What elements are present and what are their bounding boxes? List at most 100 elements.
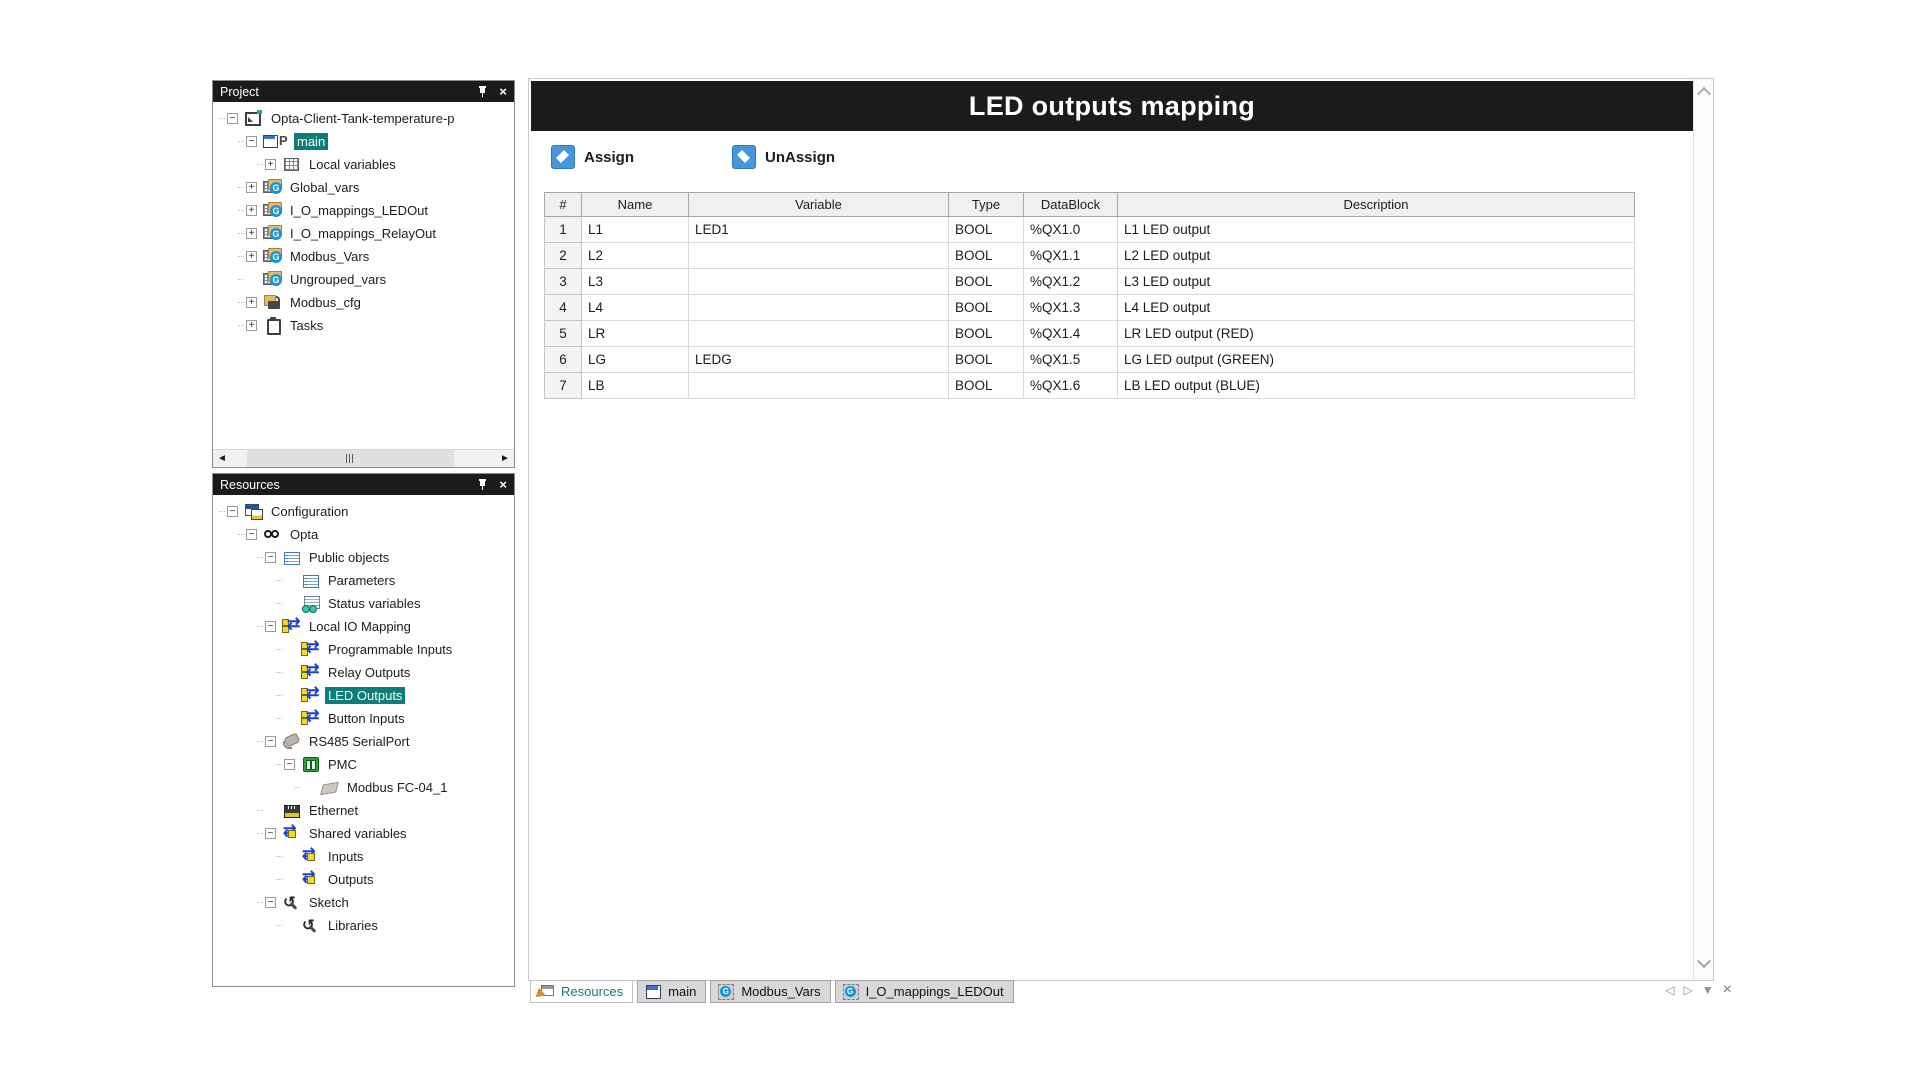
tree-item-modbus-vars[interactable]: +Modbus_Vars bbox=[213, 245, 514, 268]
tree-item-i-o-mappings-ledout[interactable]: +I_O_mappings_LEDOut bbox=[213, 199, 514, 222]
table-row[interactable]: 5LRBOOL%QX1.4LR LED output (RED) bbox=[545, 321, 1635, 347]
table-row[interactable]: 1L1LED1BOOL%QX1.0L1 LED output bbox=[545, 217, 1635, 243]
expand-toggle-icon[interactable]: + bbox=[246, 205, 257, 216]
close-icon[interactable]: × bbox=[499, 478, 507, 491]
cell-type[interactable]: BOOL bbox=[949, 217, 1024, 243]
cell-type[interactable]: BOOL bbox=[949, 321, 1024, 347]
close-icon[interactable]: × bbox=[499, 85, 507, 98]
scroll-right-icon[interactable]: ► bbox=[496, 450, 514, 467]
collapse-toggle-icon[interactable]: − bbox=[227, 506, 238, 517]
cell-datablock[interactable]: %QX1.6 bbox=[1024, 373, 1118, 399]
cell-datablock[interactable]: %QX1.0 bbox=[1024, 217, 1118, 243]
tree-item-libraries[interactable]: Libraries bbox=[213, 914, 514, 937]
tree-item-pmc[interactable]: −PMC bbox=[213, 753, 514, 776]
tab-next-icon[interactable]: ▷ bbox=[1684, 983, 1693, 997]
cell-type[interactable]: BOOL bbox=[949, 269, 1024, 295]
column-header-datablock[interactable]: DataBlock bbox=[1024, 193, 1118, 217]
vertical-scrollbar[interactable] bbox=[1693, 79, 1713, 980]
tree-item-sketch[interactable]: −Sketch bbox=[213, 891, 514, 914]
cell-[interactable]: 3 bbox=[545, 269, 582, 295]
expand-toggle-icon[interactable]: + bbox=[246, 251, 257, 262]
cell-variable[interactable] bbox=[689, 243, 949, 269]
cell-type[interactable]: BOOL bbox=[949, 243, 1024, 269]
scroll-thumb[interactable] bbox=[247, 450, 454, 467]
tree-item-global-vars[interactable]: +Global_vars bbox=[213, 176, 514, 199]
table-row[interactable]: 7LBBOOL%QX1.6LB LED output (BLUE) bbox=[545, 373, 1635, 399]
column-header-description[interactable]: Description bbox=[1118, 193, 1635, 217]
tree-item-programmable-inputs[interactable]: Programmable Inputs bbox=[213, 638, 514, 661]
tree-item-tasks[interactable]: +Tasks bbox=[213, 314, 514, 337]
tree-item-opta[interactable]: −Opta bbox=[213, 523, 514, 546]
expand-toggle-icon[interactable]: + bbox=[246, 228, 257, 239]
column-header-type[interactable]: Type bbox=[949, 193, 1024, 217]
tree-item-configuration[interactable]: −Configuration bbox=[213, 500, 514, 523]
cell-name[interactable]: LG bbox=[582, 347, 689, 373]
project-horizontal-scrollbar[interactable]: ◄ ► bbox=[213, 449, 514, 467]
cell-[interactable]: 7 bbox=[545, 373, 582, 399]
table-row[interactable]: 6LGLEDGBOOL%QX1.5LG LED output (GREEN) bbox=[545, 347, 1635, 373]
table-row[interactable]: 3L3 BOOL%QX1.2L3 LED output bbox=[545, 269, 1635, 295]
tree-item-local-variables[interactable]: +Local variables bbox=[213, 153, 514, 176]
tree-item-rs485-serialport[interactable]: −RS485 SerialPort bbox=[213, 730, 514, 753]
expand-toggle-icon[interactable]: + bbox=[246, 320, 257, 331]
tab-i-o-mappings-ledout[interactable]: I_O_mappings_LEDOut bbox=[835, 980, 1014, 1003]
cell-variable[interactable] bbox=[689, 295, 949, 321]
cell-name[interactable]: L3 bbox=[582, 269, 689, 295]
collapse-toggle-icon[interactable]: − bbox=[246, 136, 257, 147]
column-header-name[interactable]: Name bbox=[582, 193, 689, 217]
tree-item-parameters[interactable]: Parameters bbox=[213, 569, 514, 592]
cell-name[interactable]: L2 bbox=[582, 243, 689, 269]
assign-button[interactable]: Assign bbox=[551, 145, 634, 169]
cell-variable[interactable]: LEDG bbox=[689, 347, 949, 373]
cell-description[interactable]: L1 LED output bbox=[1118, 217, 1635, 243]
collapse-toggle-icon[interactable]: − bbox=[265, 552, 276, 563]
tree-item-led-outputs[interactable]: LED Outputs bbox=[213, 684, 514, 707]
tab-main[interactable]: main bbox=[637, 980, 706, 1003]
collapse-toggle-icon[interactable]: − bbox=[227, 113, 238, 124]
tree-item-i-o-mappings-relayout[interactable]: +I_O_mappings_RelayOut bbox=[213, 222, 514, 245]
cell-description[interactable]: L3 LED output bbox=[1118, 269, 1635, 295]
table-row[interactable]: 2L2BOOL%QX1.1L2 LED output bbox=[545, 243, 1635, 269]
expand-toggle-icon[interactable]: + bbox=[246, 297, 257, 308]
cell-description[interactable]: LG LED output (GREEN) bbox=[1118, 347, 1635, 373]
column-header-[interactable]: # bbox=[545, 193, 582, 217]
chevron-up-icon[interactable] bbox=[1697, 87, 1711, 101]
tree-item-outputs[interactable]: Outputs bbox=[213, 868, 514, 891]
pin-icon[interactable] bbox=[477, 85, 489, 98]
collapse-toggle-icon[interactable]: − bbox=[265, 897, 276, 908]
cell-type[interactable]: BOOL bbox=[949, 347, 1024, 373]
tree-item-inputs[interactable]: Inputs bbox=[213, 845, 514, 868]
table-row[interactable]: 4L4BOOL%QX1.3L4 LED output bbox=[545, 295, 1635, 321]
tree-item-opta-client-tank-temperature-p[interactable]: −Opta-Client-Tank-temperature-p bbox=[213, 107, 514, 130]
expand-toggle-icon[interactable]: + bbox=[265, 159, 276, 170]
cell-[interactable]: 4 bbox=[545, 295, 582, 321]
tree-item-ungrouped-vars[interactable]: Ungrouped_vars bbox=[213, 268, 514, 291]
cell-variable[interactable]: LED1 bbox=[689, 217, 949, 243]
tree-item-public-objects[interactable]: −Public objects bbox=[213, 546, 514, 569]
cell-[interactable]: 2 bbox=[545, 243, 582, 269]
expand-toggle-icon[interactable]: + bbox=[246, 182, 257, 193]
cell-name[interactable]: L4 bbox=[582, 295, 689, 321]
cell-datablock[interactable]: %QX1.3 bbox=[1024, 295, 1118, 321]
tree-item-relay-outputs[interactable]: Relay Outputs bbox=[213, 661, 514, 684]
collapse-toggle-icon[interactable]: − bbox=[284, 759, 295, 770]
collapse-toggle-icon[interactable]: − bbox=[265, 621, 276, 632]
cell-variable[interactable] bbox=[689, 373, 949, 399]
column-header-variable[interactable]: Variable bbox=[689, 193, 949, 217]
tab-list-dropdown-icon[interactable]: ▼ bbox=[1702, 983, 1714, 997]
cell-datablock[interactable]: %QX1.5 bbox=[1024, 347, 1118, 373]
scroll-track[interactable] bbox=[231, 450, 496, 467]
pin-icon[interactable] bbox=[477, 478, 489, 491]
collapse-toggle-icon[interactable]: − bbox=[265, 828, 276, 839]
cell-name[interactable]: LB bbox=[582, 373, 689, 399]
cell-name[interactable]: L1 bbox=[582, 217, 689, 243]
tree-item-ethernet[interactable]: Ethernet bbox=[213, 799, 514, 822]
cell-[interactable]: 1 bbox=[545, 217, 582, 243]
cell-datablock[interactable]: %QX1.2 bbox=[1024, 269, 1118, 295]
tree-item-modbus-fc-04-1[interactable]: Modbus FC-04_1 bbox=[213, 776, 514, 799]
tree-item-modbus-cfg[interactable]: +Modbus_cfg bbox=[213, 291, 514, 314]
tree-item-button-inputs[interactable]: Button Inputs bbox=[213, 707, 514, 730]
chevron-down-icon[interactable] bbox=[1697, 954, 1711, 968]
tree-item-shared-variables[interactable]: −Shared variables bbox=[213, 822, 514, 845]
collapse-toggle-icon[interactable]: − bbox=[265, 736, 276, 747]
